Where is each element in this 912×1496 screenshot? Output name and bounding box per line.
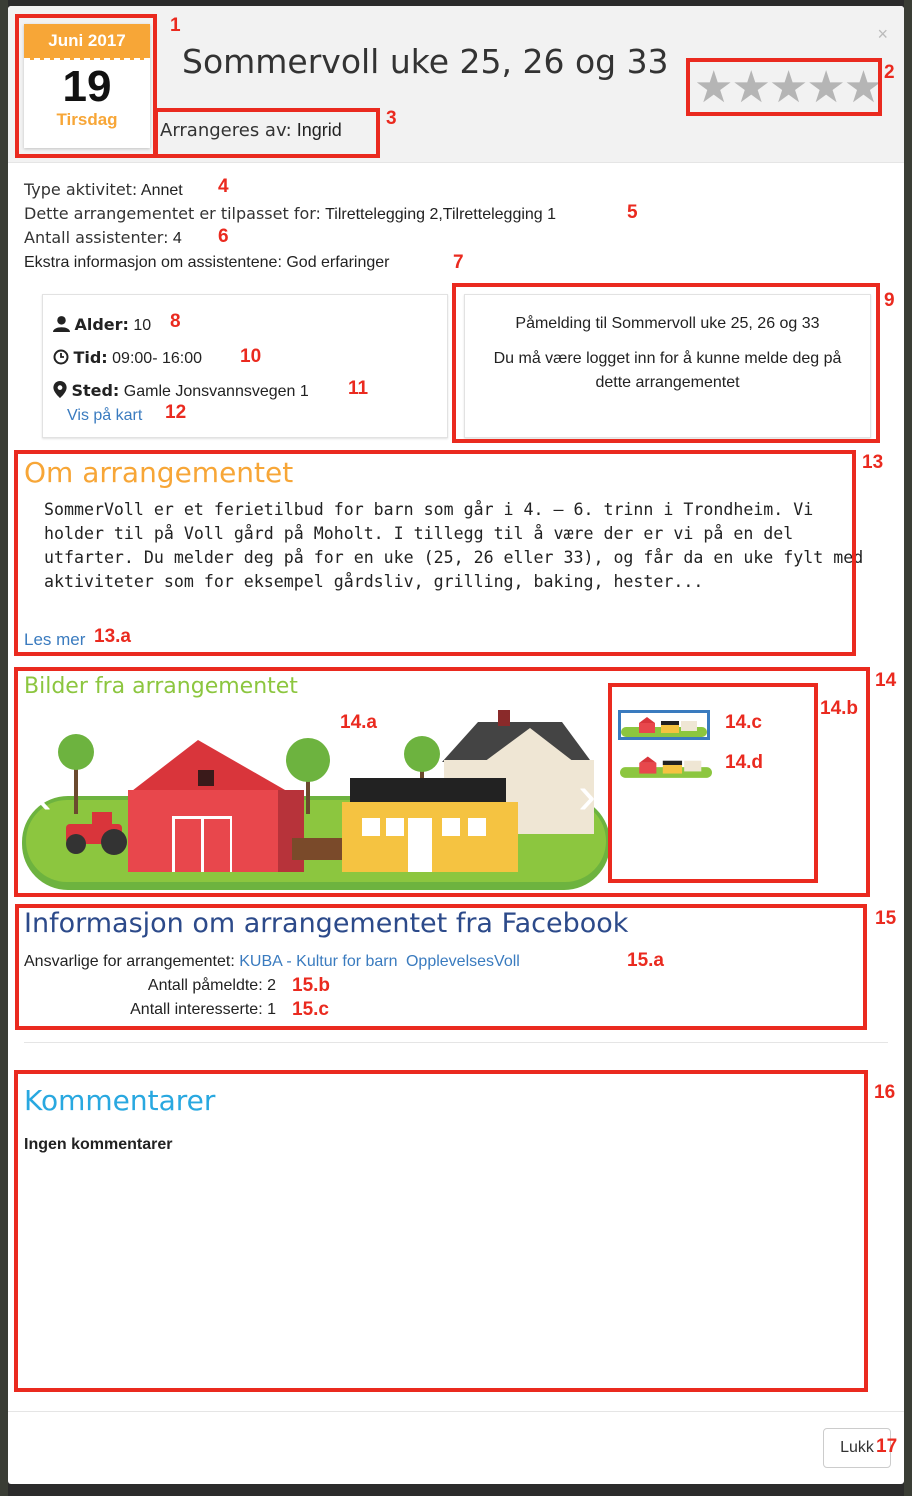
farm-image	[22, 710, 610, 890]
adapted-for: Dette arrangementet er tilpasset for: Ti…	[24, 204, 556, 224]
annotation-label: 15.a	[627, 950, 664, 971]
interested-label: Antall interesserte:	[130, 1001, 263, 1018]
annotation-label: 14.a	[340, 712, 377, 733]
image-carousel[interactable]: ‹ ›	[22, 704, 612, 892]
event-title: Sommervoll uke 25, 26 og 33	[182, 42, 669, 81]
age-row: Alder: 10	[53, 315, 151, 335]
organizer-label: Arrangeres av:	[160, 120, 292, 141]
assistant-count: Antall assistenter: 4	[24, 228, 182, 248]
age-value: 10	[133, 317, 152, 334]
attending-value: 2	[267, 977, 276, 994]
comments-title: Kommentarer	[24, 1084, 216, 1117]
place-label: Sted:	[71, 381, 120, 400]
gallery-title: Bilder fra arrangementet	[24, 674, 298, 699]
interested-row: Antall interesserte: 1	[24, 1001, 276, 1019]
activity-type-value: Annet	[140, 182, 183, 199]
about-title: Om arrangementet	[24, 456, 294, 489]
annotation-label: 11	[348, 378, 369, 399]
annotation-label: 4	[218, 176, 229, 197]
place-row: Sted: Gamle Jonsvannsvegen 1	[53, 381, 309, 401]
read-more-link[interactable]: Les mer	[24, 630, 85, 650]
about-text: SommerVoll er et ferietilbud for barn so…	[44, 500, 864, 591]
responsible-link-kuba[interactable]: KUBA - Kultur for barn	[239, 953, 397, 970]
attending-row: Antall påmeldte: 2	[24, 977, 276, 995]
close-icon[interactable]: ×	[877, 24, 888, 45]
signup-heading: Påmelding til Sommervoll uke 25, 26 og 3…	[515, 315, 820, 332]
annotation-label: 6	[218, 226, 229, 247]
assistant-count-value: 4	[172, 230, 182, 247]
user-icon	[53, 316, 70, 332]
annotation-label: 12	[165, 402, 187, 423]
assistant-extra-label: Ekstra informasjon om assistentene:	[24, 254, 282, 271]
annotation-label: 8	[170, 311, 181, 332]
assistant-count-label: Antall assistenter:	[24, 228, 169, 247]
calendar-day: 19	[62, 62, 112, 111]
carousel-next-icon[interactable]: ›	[578, 768, 596, 822]
annotation-label: 7	[453, 252, 464, 273]
responsible-label: Ansvarlige for arrangementet:	[24, 953, 235, 970]
time-label: Tid:	[73, 348, 108, 367]
map-marker-icon	[53, 381, 67, 398]
assistant-extra-info: Ekstra informasjon om assistentene: God …	[24, 254, 390, 272]
thumbnail-1[interactable]	[618, 710, 710, 740]
carousel-prev-icon[interactable]: ‹	[34, 768, 52, 822]
annotation-label: 3	[386, 108, 397, 129]
responsible-link-opplevelsesvoll[interactable]: OpplevelsesVoll	[406, 953, 520, 970]
adapted-for-value: Tilrettelegging 2,Tilrettelegging 1	[325, 206, 557, 223]
signup-message: Du må være logget inn for å kunne melde …	[493, 350, 842, 391]
annotation-label: 13.a	[94, 626, 131, 647]
event-modal: × Juni 2017 19 Tirsdag Sommervoll uke 25…	[8, 6, 904, 1484]
footer-divider	[8, 1411, 904, 1412]
annotation-label: 2	[884, 62, 895, 83]
annotation-label: 15.b	[292, 975, 331, 996]
annotation-label: 14.b	[820, 698, 859, 719]
annotation-label: 9	[884, 290, 895, 311]
activity-type-label: Type aktivitet:	[24, 180, 138, 199]
activity-type: Type aktivitet: Annet	[24, 180, 183, 200]
thumbnail-2[interactable]	[620, 752, 712, 782]
annotation-label: 15	[875, 908, 897, 929]
thumbnail-1-image	[621, 717, 707, 737]
no-comments-text: Ingen kommentarer	[24, 1136, 173, 1153]
responsible-row: Ansvarlige for arrangementet: KUBA - Kul…	[24, 953, 520, 971]
time-value: 09:00- 16:00	[112, 350, 203, 367]
organizer-value: Ingrid	[296, 120, 342, 140]
show-on-map-link[interactable]: Vis på kart	[67, 407, 142, 425]
signup-card: Påmelding til Sommervoll uke 25, 26 og 3…	[464, 294, 871, 438]
modal-header: × Juni 2017 19 Tirsdag Sommervoll uke 25…	[8, 6, 904, 163]
annotation-label: 14.d	[725, 752, 764, 773]
thumbnail-2-image	[620, 756, 712, 778]
clock-icon	[53, 349, 69, 365]
annotation-label: 15.c	[292, 999, 329, 1020]
rating-stars[interactable]: ★★★★★	[694, 64, 883, 112]
annotation-label: 10	[240, 346, 262, 367]
organizer: Arrangeres av: Ingrid	[160, 120, 342, 141]
interested-value: 1	[267, 1001, 276, 1018]
facebook-title: Informasjon om arrangementet fra Faceboo…	[24, 908, 629, 939]
annotation-label: 14	[875, 670, 897, 691]
age-label: Alder:	[74, 315, 129, 334]
annotation-label: 1	[170, 15, 181, 36]
attending-label: Antall påmeldte:	[147, 977, 263, 994]
annotation-label: 16	[874, 1082, 896, 1103]
annotation-label: 17	[876, 1436, 898, 1457]
annotation-label: 13	[862, 452, 884, 473]
assistant-extra-value: God erfaringer	[286, 254, 390, 271]
annotation-label: 5	[627, 202, 638, 223]
place-value: Gamle Jonsvannsvegen 1	[123, 383, 309, 400]
calendar-month: Juni 2017	[24, 24, 150, 60]
date-calendar: Juni 2017 19 Tirsdag	[24, 24, 150, 148]
annotation-label: 14.c	[725, 712, 762, 733]
divider	[24, 1042, 888, 1043]
adapted-for-label: Dette arrangementet er tilpasset for:	[24, 204, 321, 223]
calendar-weekday: Tirsdag	[56, 110, 118, 129]
time-row: Tid: 09:00- 16:00	[53, 348, 202, 368]
